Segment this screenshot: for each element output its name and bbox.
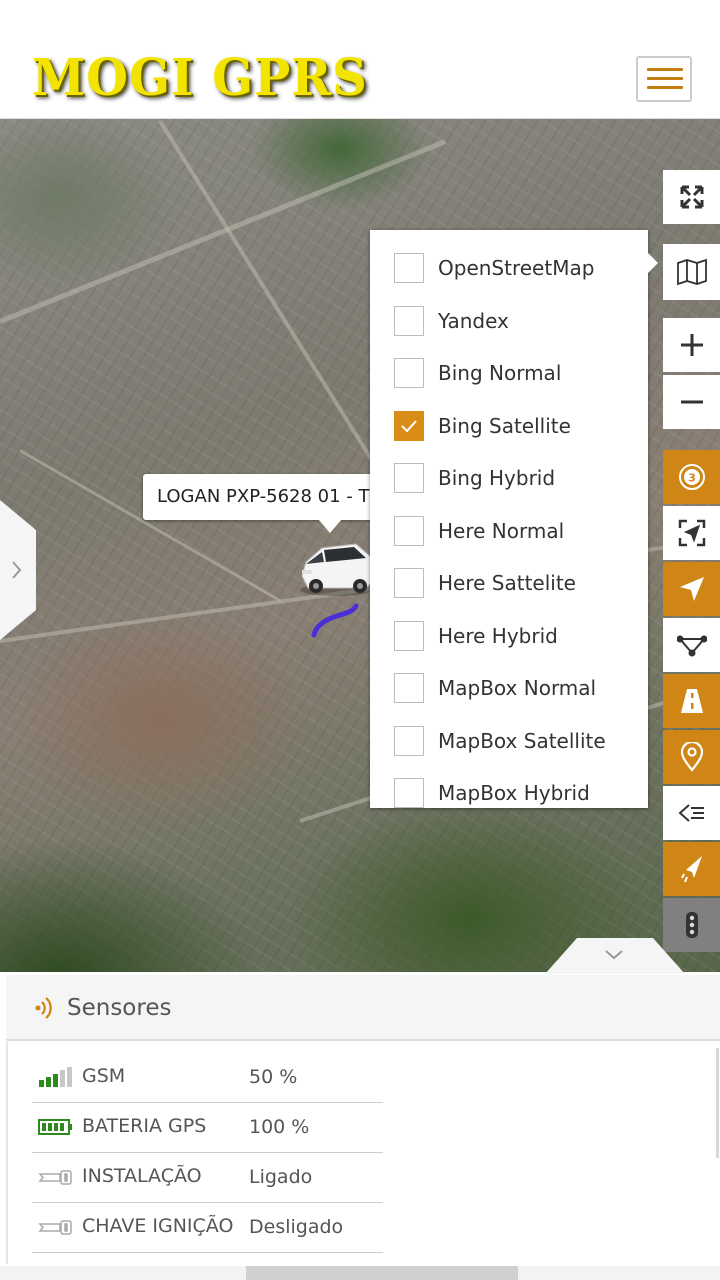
layer-checkbox[interactable] (394, 463, 424, 494)
sensor-value: Desligado (249, 1216, 344, 1238)
route-list-icon (677, 804, 704, 822)
polygon-icon (676, 635, 707, 657)
app-logo[interactable]: MOGI GPRS (32, 49, 368, 108)
checkmark-icon (401, 420, 417, 433)
horizontal-scrollbar-thumb[interactable] (246, 1266, 518, 1280)
layer-checkbox[interactable] (394, 515, 424, 546)
layer-option-openstreetmap[interactable]: OpenStreetMap (370, 242, 648, 295)
layer-checkbox[interactable] (394, 305, 424, 336)
zoom-out-button[interactable] (663, 375, 720, 429)
layer-checkbox[interactable] (394, 620, 424, 651)
layer-label: MapBox Normal (438, 676, 597, 701)
sensor-value: 100 % (249, 1116, 310, 1138)
traffic-button[interactable] (663, 674, 720, 728)
layer-option-mapbox-satellite[interactable]: MapBox Satellite (370, 715, 648, 768)
popup-pointer (318, 519, 342, 533)
sensor-row-chave-ignicao: CHAVE IGNIÇÃO Desligado (32, 1202, 383, 1253)
sensor-name: BATERIA GPS (82, 1115, 207, 1137)
layer-checkbox[interactable] (394, 673, 424, 704)
sensor-row-instalacao: INSTALAÇÃO Ligado (32, 1152, 383, 1203)
vehicle-marker[interactable] (296, 536, 376, 600)
fullscreen-button[interactable] (663, 170, 720, 224)
layer-checkbox[interactable] (394, 725, 424, 756)
route-history-icon (680, 856, 702, 883)
layer-option-here-hybrid[interactable]: Here Hybrid (370, 610, 648, 663)
key-icon (38, 1220, 72, 1235)
navigation-arrow-icon (679, 577, 704, 601)
layer-label: Bing Hybrid (438, 466, 556, 491)
more-vertical-icon (685, 912, 698, 938)
hamburger-icon-bar (647, 77, 683, 80)
chevron-down-icon (545, 938, 685, 974)
layer-label: Here Normal (438, 518, 565, 543)
layer-option-here-normal[interactable]: Here Normal (370, 505, 648, 558)
zoom-in-icon (680, 334, 703, 356)
road-icon (680, 689, 703, 713)
sensor-value: Ligado (249, 1166, 313, 1188)
geofence-polygon-button[interactable] (663, 618, 720, 672)
sensors-title: Sensores (67, 995, 172, 1021)
focus-target-icon (678, 519, 705, 547)
side-panel-toggle[interactable] (0, 500, 36, 640)
sensors-section-header[interactable]: Sensores (6, 975, 720, 1041)
layer-option-bing-hybrid[interactable]: Bing Hybrid (370, 452, 648, 505)
collapse-map-toggle[interactable] (545, 938, 685, 974)
map-layers-button[interactable] (663, 244, 720, 300)
route-list-button[interactable] (663, 786, 720, 840)
layer-option-mapbox-normal[interactable]: MapBox Normal (370, 662, 648, 715)
fullscreen-icon (680, 185, 703, 209)
sensor-name: CHAVE IGNIÇÃO (82, 1215, 234, 1237)
map-layers-icon (676, 258, 707, 286)
zoom-out-icon (680, 400, 703, 404)
map-pin-icon (680, 742, 703, 772)
hamburger-icon (647, 68, 683, 71)
layer-label: Bing Satellite (438, 413, 571, 438)
vertical-scrollbar[interactable] (716, 1048, 719, 1158)
map-layer-panel: OpenStreetMap Yandex Bing Normal Bing Sa… (370, 230, 648, 809)
sensor-row-gsm: GSM 50 % (32, 1052, 383, 1103)
layer-option-here-sattelite[interactable]: Here Sattelite (370, 557, 648, 610)
layer-checkbox[interactable] (394, 253, 424, 284)
app-header: MOGI GPRS (0, 0, 720, 119)
layer-option-yandex[interactable]: Yandex (370, 295, 648, 348)
vehicle-label-popup[interactable]: LOGAN PXP-5628 01 - T (143, 474, 383, 520)
battery-icon (38, 1119, 72, 1135)
refresh-badge-icon: 3 (678, 464, 705, 490)
layer-checkbox[interactable] (394, 568, 424, 599)
hamburger-menu-button[interactable] (636, 56, 692, 102)
zoom-in-button[interactable] (663, 318, 720, 372)
layer-label: Here Hybrid (438, 623, 558, 648)
sensor-signal-icon (35, 997, 52, 1019)
layer-checkbox[interactable] (394, 358, 424, 389)
layer-option-bing-satellite[interactable]: Bing Satellite (370, 400, 648, 453)
layer-label: Yandex (438, 308, 509, 333)
sensor-value: 50 % (249, 1066, 298, 1088)
layer-panel-pointer (648, 253, 658, 273)
sensor-name: INSTALAÇÃO (82, 1165, 202, 1187)
layer-checkbox[interactable] (394, 778, 424, 809)
key-icon (38, 1170, 72, 1185)
layer-label: Bing Normal (438, 361, 562, 386)
layer-checkbox-checked[interactable] (394, 410, 424, 441)
map-road (19, 449, 281, 602)
panel-left-border (6, 1042, 8, 1264)
layer-label: MapBox Hybrid (438, 781, 590, 806)
chevron-right-icon (0, 500, 36, 640)
focus-vehicle-button[interactable] (663, 506, 720, 560)
hamburger-icon-bar (647, 86, 683, 89)
layer-label: OpenStreetMap (438, 256, 595, 281)
car-icon (300, 543, 375, 596)
navigation-button[interactable] (663, 562, 720, 616)
layer-label: MapBox Satellite (438, 728, 606, 753)
layer-option-bing-normal[interactable]: Bing Normal (370, 347, 648, 400)
sensor-row-bateria-gps: BATERIA GPS 100 % (32, 1102, 383, 1153)
signal-bars-icon (39, 1067, 72, 1087)
points-of-interest-button[interactable] (663, 730, 720, 784)
layer-label: Here Sattelite (438, 571, 576, 596)
layer-option-mapbox-hybrid[interactable]: MapBox Hybrid (370, 767, 648, 820)
sensor-name: GSM (82, 1065, 126, 1087)
auto-refresh-button[interactable]: 3 (663, 450, 720, 504)
route-history-button[interactable] (663, 842, 720, 896)
refresh-badge-count: 3 (688, 472, 696, 485)
